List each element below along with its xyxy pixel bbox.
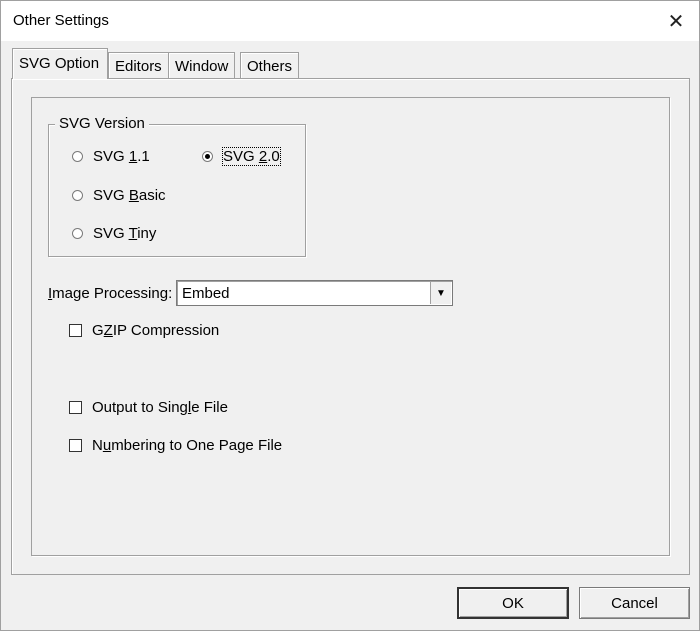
image-processing-select[interactable]: Embed ▼ bbox=[176, 280, 453, 306]
radio-svg-basic[interactable]: SVG Basic bbox=[72, 187, 166, 204]
radio-label: SVG 2.0 bbox=[222, 147, 281, 166]
tab-editors[interactable]: Editors bbox=[108, 52, 169, 78]
radio-label: SVG 1.1 bbox=[93, 148, 150, 165]
close-button[interactable]: ✕ bbox=[653, 1, 699, 41]
close-icon: ✕ bbox=[667, 10, 685, 33]
checkbox-label: GZIP Compression bbox=[92, 322, 220, 339]
output-single-file-checkbox[interactable]: Output to Single File bbox=[69, 399, 228, 416]
checkbox[interactable] bbox=[69, 439, 82, 452]
gzip-compression-checkbox[interactable]: GZIP Compression bbox=[69, 322, 219, 339]
tab-others[interactable]: Others bbox=[240, 52, 300, 78]
radio-label: SVG Tiny bbox=[93, 225, 157, 242]
radio-button[interactable] bbox=[202, 151, 213, 162]
chevron-down-icon[interactable]: ▼ bbox=[430, 282, 451, 304]
cancel-button[interactable]: Cancel bbox=[579, 587, 690, 619]
radio-button[interactable] bbox=[72, 228, 83, 239]
checkbox[interactable] bbox=[69, 324, 82, 337]
tab-label: Window bbox=[175, 58, 229, 75]
tab-label: Others bbox=[247, 58, 293, 75]
checkbox[interactable] bbox=[69, 401, 82, 414]
window-title: Other Settings bbox=[13, 12, 109, 29]
numbering-one-page-checkbox[interactable]: Numbering to One Page File bbox=[69, 437, 282, 454]
tab-label: SVG Option bbox=[19, 55, 100, 72]
tab-label: Editors bbox=[115, 58, 162, 75]
ok-button[interactable]: OK bbox=[457, 587, 569, 619]
checkbox-label: Numbering to One Page File bbox=[92, 437, 283, 454]
radio-svg-2-0[interactable]: SVG 2.0 bbox=[202, 147, 281, 166]
image-processing-label: Image Processing: bbox=[48, 285, 173, 302]
radio-label: SVG Basic bbox=[93, 187, 166, 204]
svg-version-title: SVG Version bbox=[55, 115, 149, 132]
select-value: Embed bbox=[182, 285, 230, 302]
radio-svg-tiny[interactable]: SVG Tiny bbox=[72, 225, 156, 242]
tab-window[interactable]: Window bbox=[168, 52, 236, 78]
radio-button[interactable] bbox=[72, 151, 83, 162]
radio-button[interactable] bbox=[72, 190, 83, 201]
title-bar: Other Settings ✕ bbox=[1, 1, 699, 41]
radio-svg-1-1[interactable]: SVG 1.1 bbox=[72, 148, 150, 165]
tab-svg-option[interactable]: SVG Option bbox=[12, 48, 108, 79]
checkbox-label: Output to Single File bbox=[92, 399, 228, 416]
